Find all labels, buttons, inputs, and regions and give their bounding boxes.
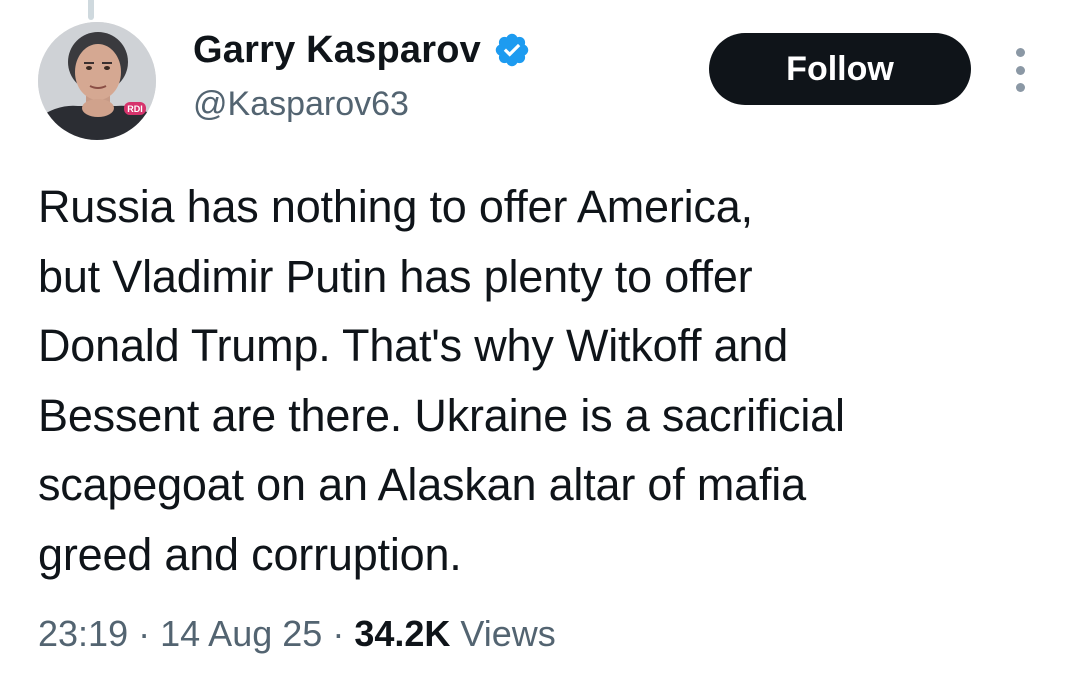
more-vertical-icon[interactable] (1008, 48, 1032, 92)
avatar-badge-text: RDI (127, 104, 143, 114)
thread-connector-line (88, 0, 94, 20)
views-count[interactable]: 34.2K (354, 613, 450, 654)
more-dot (1015, 48, 1025, 57)
tweet-text: Russia has nothing to offer America, but… (38, 181, 845, 580)
author-name-row: Garry Kasparov (193, 28, 531, 72)
verified-badge-icon (493, 31, 531, 69)
meta-separator: · (332, 613, 345, 654)
avatar-photo: RDI (38, 22, 156, 140)
avatar[interactable]: RDI (38, 22, 156, 140)
tweet-date[interactable]: 14 Aug 25 (160, 613, 322, 654)
tweet-meta: 23:19 · 14 Aug 25 · 34.2K Views (38, 612, 556, 656)
meta-separator: · (138, 613, 151, 654)
views-label: Views (460, 613, 556, 654)
author-handle[interactable]: @Kasparov63 (193, 83, 409, 125)
more-dot (1015, 83, 1025, 92)
follow-button[interactable]: Follow (709, 33, 971, 105)
tweet-time[interactable]: 23:19 (38, 613, 128, 654)
author-display-name[interactable]: Garry Kasparov (193, 28, 481, 72)
more-dot (1015, 65, 1025, 75)
